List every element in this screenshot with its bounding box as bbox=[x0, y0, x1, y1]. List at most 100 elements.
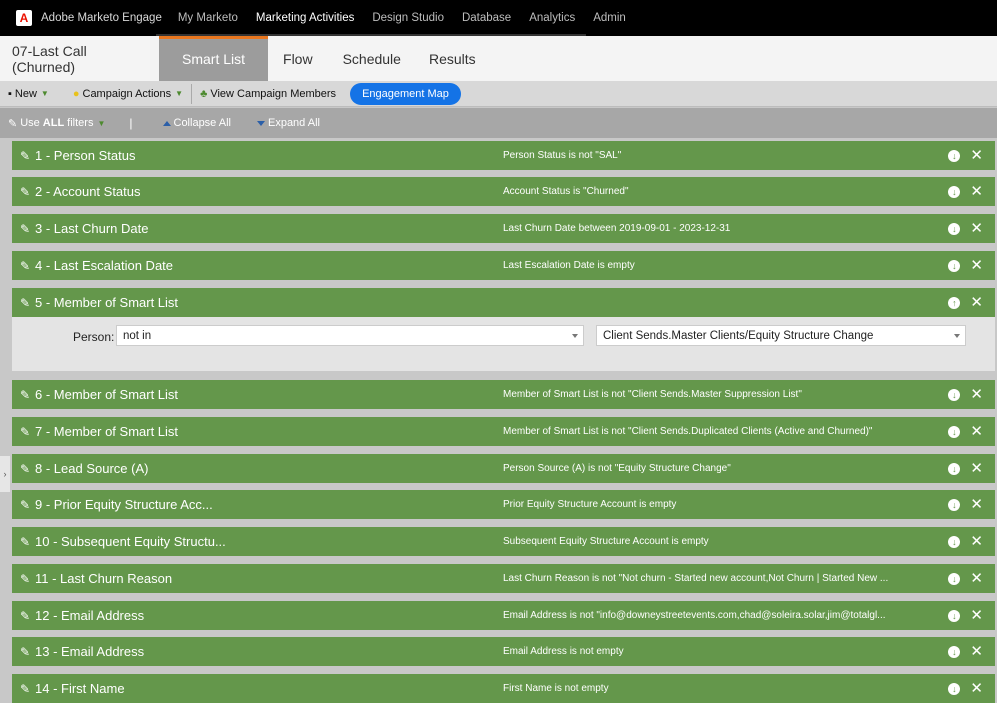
arrow-down-circle-icon[interactable]: ↓ bbox=[948, 535, 961, 548]
close-icon[interactable]: ✕ bbox=[970, 258, 983, 273]
filter-row[interactable]: ✎ 8 - Lead Source (A) Person Source (A) … bbox=[12, 454, 995, 483]
filter-row-expanded[interactable]: ✎ 5 - Member of Smart List ↑ ✕ bbox=[12, 288, 995, 317]
arrow-down-circle-icon[interactable]: ↓ bbox=[948, 259, 961, 272]
filter-title: 8 - Lead Source (A) bbox=[35, 461, 149, 476]
engagement-map-button[interactable]: Engagement Map bbox=[350, 82, 461, 105]
filter-row[interactable]: ✎ 11 - Last Churn Reason Last Churn Reas… bbox=[12, 564, 995, 593]
collapse-icon bbox=[162, 120, 171, 126]
arrow-down-circle-icon[interactable]: ↓ bbox=[948, 645, 961, 658]
filter-title: 4 - Last Escalation Date bbox=[35, 258, 174, 273]
filter-row[interactable]: ✎ 14 - First Name First Name is not empt… bbox=[12, 674, 995, 703]
arrow-up-circle-icon[interactable]: ↑ bbox=[948, 296, 961, 309]
arrow-down-circle-icon[interactable]: ↓ bbox=[948, 388, 961, 401]
use-bold: ALL bbox=[42, 117, 65, 129]
nav-marketing-activities[interactable]: Marketing Activities bbox=[254, 0, 356, 36]
people-icon: ♣ bbox=[200, 87, 208, 100]
close-icon[interactable]: ✕ bbox=[970, 644, 983, 659]
adobe-logo-icon: A bbox=[16, 10, 32, 26]
filter-title: 5 - Member of Smart List bbox=[35, 295, 179, 310]
close-icon[interactable]: ✕ bbox=[970, 148, 983, 163]
nav-analytics[interactable]: Analytics bbox=[527, 0, 577, 36]
filter-description: Last Escalation Date is empty bbox=[503, 260, 635, 271]
brand[interactable]: A Adobe Marketo Engage bbox=[0, 0, 162, 36]
close-icon[interactable]: ✕ bbox=[970, 461, 983, 476]
close-icon[interactable]: ✕ bbox=[970, 681, 983, 696]
campaign-actions-button[interactable]: ● Campaign Actions ▼ bbox=[57, 81, 191, 107]
arrow-down-circle-icon[interactable]: ↓ bbox=[948, 425, 961, 438]
filter-title: 3 - Last Churn Date bbox=[35, 221, 149, 236]
wrench-icon: ✎ bbox=[20, 644, 31, 659]
close-icon[interactable]: ✕ bbox=[970, 184, 983, 199]
use-prefix: Use bbox=[20, 117, 40, 129]
filter-title: 9 - Prior Equity Structure Acc... bbox=[35, 497, 213, 512]
close-icon[interactable]: ✕ bbox=[970, 608, 983, 623]
close-icon[interactable]: ✕ bbox=[970, 424, 983, 439]
close-icon[interactable]: ✕ bbox=[970, 221, 983, 236]
campaign-actions-label: Campaign Actions bbox=[82, 87, 172, 100]
expand-all-button[interactable]: Expand All bbox=[253, 117, 324, 129]
filter-title: 11 - Last Churn Reason bbox=[35, 571, 173, 586]
view-campaign-members-button[interactable]: ♣ View Campaign Members bbox=[192, 81, 344, 107]
sidebar-toggle-icon[interactable]: › bbox=[0, 456, 10, 492]
chevron-down-icon bbox=[572, 334, 578, 338]
use-suffix: filters bbox=[67, 117, 94, 129]
filter-row[interactable]: ✎ 10 - Subsequent Equity Structu... Subs… bbox=[12, 527, 995, 556]
close-icon[interactable]: ✕ bbox=[970, 387, 983, 402]
close-icon[interactable]: ✕ bbox=[970, 497, 983, 512]
person-label: Person: bbox=[73, 330, 115, 344]
filter-description: Person Status is not "SAL" bbox=[503, 150, 622, 161]
brand-name: Adobe Marketo Engage bbox=[41, 12, 162, 24]
operator-value: not in bbox=[123, 329, 152, 342]
tab-flow[interactable]: Flow bbox=[268, 36, 327, 81]
filter-title: 1 - Person Status bbox=[35, 148, 136, 163]
filter-title: 7 - Member of Smart List bbox=[35, 424, 179, 439]
arrow-down-circle-icon[interactable]: ↓ bbox=[948, 609, 961, 622]
view-members-label: View Campaign Members bbox=[210, 87, 337, 100]
nav-admin[interactable]: Admin bbox=[591, 0, 628, 36]
wrench-icon: ✎ bbox=[20, 571, 31, 586]
wrench-icon: ✎ bbox=[20, 608, 31, 623]
arrow-down-circle-icon[interactable]: ↓ bbox=[948, 149, 961, 162]
filter-row[interactable]: ✎ 7 - Member of Smart List Member of Sma… bbox=[12, 417, 995, 446]
nav-database[interactable]: Database bbox=[460, 0, 513, 36]
filter-row[interactable]: ✎ 13 - Email Address Email Address is no… bbox=[12, 637, 995, 666]
close-icon[interactable]: ✕ bbox=[970, 295, 983, 310]
filter-title: 14 - First Name bbox=[35, 681, 125, 696]
arrow-down-circle-icon[interactable]: ↓ bbox=[948, 185, 961, 198]
filter-description: Prior Equity Structure Account is empty bbox=[503, 499, 677, 510]
filter-row[interactable]: ✎ 2 - Account Status Account Status is "… bbox=[12, 177, 995, 206]
filter-row[interactable]: ✎ 9 - Prior Equity Structure Acc... Prio… bbox=[12, 490, 995, 519]
nav-design-studio[interactable]: Design Studio bbox=[370, 0, 446, 36]
wrench-icon: ✎ bbox=[20, 184, 31, 199]
arrow-down-circle-icon[interactable]: ↓ bbox=[948, 498, 961, 511]
tab-schedule[interactable]: Schedule bbox=[327, 36, 417, 81]
arrow-down-circle-icon[interactable]: ↓ bbox=[948, 572, 961, 585]
smart-list-select[interactable]: Client Sends.Master Clients/Equity Struc… bbox=[596, 325, 966, 346]
collapse-all-button[interactable]: Collapse All bbox=[159, 117, 235, 129]
wrench-icon: ✎ bbox=[20, 461, 31, 476]
operator-select[interactable]: not in bbox=[116, 325, 584, 346]
filter-description: Member of Smart List is not "Client Send… bbox=[503, 389, 802, 400]
chevron-down-icon: ▼ bbox=[97, 118, 106, 128]
expand-icon bbox=[256, 120, 265, 126]
filter-row[interactable]: ✎ 12 - Email Address Email Address is no… bbox=[12, 601, 995, 630]
close-icon[interactable]: ✕ bbox=[970, 571, 983, 586]
close-icon[interactable]: ✕ bbox=[970, 534, 983, 549]
filter-description: Last Churn Date between 2019-09-01 - 202… bbox=[503, 223, 731, 234]
filter-row[interactable]: ✎ 4 - Last Escalation Date Last Escalati… bbox=[12, 251, 995, 280]
filter-row[interactable]: ✎ 6 - Member of Smart List Member of Sma… bbox=[12, 380, 995, 409]
tab-results[interactable]: Results bbox=[417, 36, 499, 81]
filter-description: Subsequent Equity Structure Account is e… bbox=[503, 536, 709, 547]
arrow-down-circle-icon[interactable]: ↓ bbox=[948, 222, 961, 235]
arrow-down-circle-icon[interactable]: ↓ bbox=[948, 682, 961, 695]
filter-row[interactable]: ✎ 1 - Person Status Person Status is not… bbox=[12, 141, 995, 170]
filter-row[interactable]: ✎ 3 - Last Churn Date Last Churn Date be… bbox=[12, 214, 995, 243]
chevron-down-icon: ▼ bbox=[40, 89, 49, 98]
arrow-down-circle-icon[interactable]: ↓ bbox=[948, 462, 961, 475]
wrench-icon: ✎ bbox=[20, 221, 31, 236]
use-all-filters-dropdown[interactable]: ✎ Use ALL filters ▼ bbox=[0, 117, 109, 130]
new-button[interactable]: ▪ New ▼ bbox=[0, 81, 57, 107]
nav-my-marketo[interactable]: My Marketo bbox=[176, 0, 240, 36]
tab-smart-list[interactable]: Smart List bbox=[159, 36, 269, 81]
smart-list-canvas: › ✎ 1 - Person Status Person Status is n… bbox=[0, 138, 997, 703]
